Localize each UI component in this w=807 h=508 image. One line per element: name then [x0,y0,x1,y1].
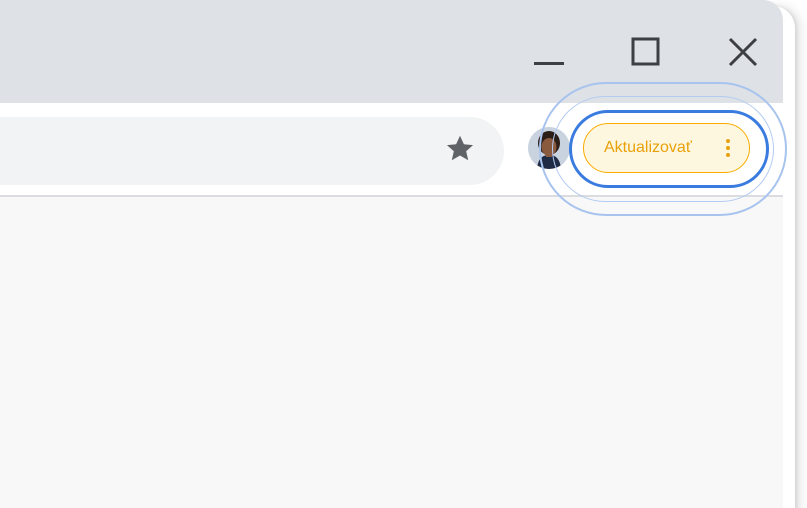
star-icon [446,135,474,161]
update-button[interactable]: Aktualizovať [583,123,750,173]
page-content [0,197,783,508]
address-bar[interactable] [0,117,504,185]
three-dots-vertical-icon [726,139,730,157]
browser-screenshot: Aktualizovať [0,0,807,508]
maximize-button[interactable] [621,26,671,78]
bookmark-star-button[interactable] [442,131,478,167]
minimize-icon [534,62,564,65]
minimize-button[interactable] [523,26,573,78]
update-button-label: Aktualizovať [604,139,692,156]
profile-photo-icon [528,127,570,169]
browser-window [0,0,783,508]
maximize-icon [631,37,660,66]
title-bar [0,0,783,103]
avatar[interactable] [528,127,570,169]
close-button[interactable] [718,26,768,78]
close-icon [728,37,758,67]
